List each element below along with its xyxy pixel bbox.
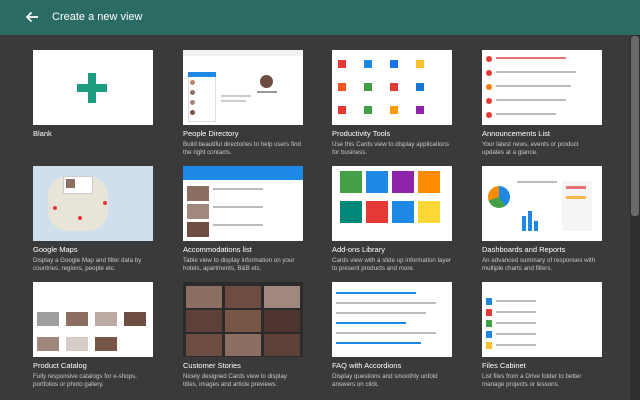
template-card-productivity-tools[interactable]: Productivity Tools Use this Cards view t… <box>332 50 452 157</box>
template-card-accommodations-list[interactable]: Accommodations list Table view to displa… <box>183 166 303 273</box>
template-description: Your latest news, events or product upda… <box>482 141 579 157</box>
template-thumbnail <box>332 166 452 241</box>
template-title: Announcements List <box>482 129 550 138</box>
template-thumbnail <box>482 166 602 241</box>
template-title: Productivity Tools <box>332 129 391 138</box>
template-title: Product Catalog <box>33 361 87 370</box>
template-thumbnail <box>183 50 303 125</box>
template-thumbnail <box>482 282 602 357</box>
template-title: Add-ons Library <box>332 245 385 254</box>
template-thumbnail <box>183 166 303 241</box>
template-card-blank[interactable]: Blank <box>33 50 153 141</box>
template-thumbnail <box>33 166 153 241</box>
template-card-files-cabinet[interactable]: Files Cabinet List files from a Drive fo… <box>482 282 602 389</box>
page-title: Create a new view <box>52 11 143 23</box>
template-card-dashboards-and-reports[interactable]: Dashboards and Reports An advanced summa… <box>482 166 602 273</box>
template-title: Dashboards and Reports <box>482 245 566 254</box>
template-description: An advanced summary of responses with mu… <box>482 257 596 273</box>
template-thumbnail <box>482 50 602 125</box>
template-thumbnail <box>33 282 153 357</box>
template-description: Display questions and smoothly unfold an… <box>332 373 438 389</box>
template-card-product-catalog[interactable]: Product Catalog Fully responsive catalog… <box>33 282 153 389</box>
template-thumbnail <box>332 282 452 357</box>
template-card-customer-stories[interactable]: Customer Stories Nicely designed Cards v… <box>183 282 303 389</box>
template-description: Build beautiful directories to help user… <box>183 141 301 157</box>
template-card-add-ons-library[interactable]: Add-ons Library Cards view with a slide … <box>332 166 452 273</box>
template-title: Files Cabinet <box>482 361 526 370</box>
template-thumbnail <box>33 50 153 125</box>
template-title: Google Maps <box>33 245 78 254</box>
template-card-announcements-list[interactable]: Announcements List Your latest news, eve… <box>482 50 602 157</box>
template-thumbnail <box>332 50 452 125</box>
template-description: Cards view with a slide up information l… <box>332 257 451 273</box>
header-bar: Create a new view <box>0 0 640 35</box>
template-thumbnail <box>183 282 303 357</box>
template-title: Blank <box>33 129 52 138</box>
template-description: Nicely designed Cards view to display ti… <box>183 373 287 389</box>
template-title: FAQ with Accordions <box>332 361 402 370</box>
template-description: Table view to display information on you… <box>183 257 295 273</box>
template-title: People Directory <box>183 129 239 138</box>
template-description: Use this Cards view to display applicati… <box>332 141 449 157</box>
template-title: Accommodations list <box>183 245 252 254</box>
scrollbar-thumb[interactable] <box>631 36 639 216</box>
template-title: Customer Stories <box>183 361 241 370</box>
template-card-google-maps[interactable]: Google Maps Display a Google Map and fil… <box>33 166 153 273</box>
template-description: List files from a Drive folder to better… <box>482 373 582 389</box>
template-description: Fully responsive catalogs for e-shops, p… <box>33 373 137 389</box>
template-card-people-directory[interactable]: People Directory Build beautiful directo… <box>183 50 303 157</box>
plus-icon <box>77 73 107 103</box>
template-card-faq-with-accordions[interactable]: FAQ with Accordions Display questions an… <box>332 282 452 389</box>
template-description: Display a Google Map and filter data by … <box>33 257 142 273</box>
arrow-left-icon[interactable] <box>23 8 41 26</box>
